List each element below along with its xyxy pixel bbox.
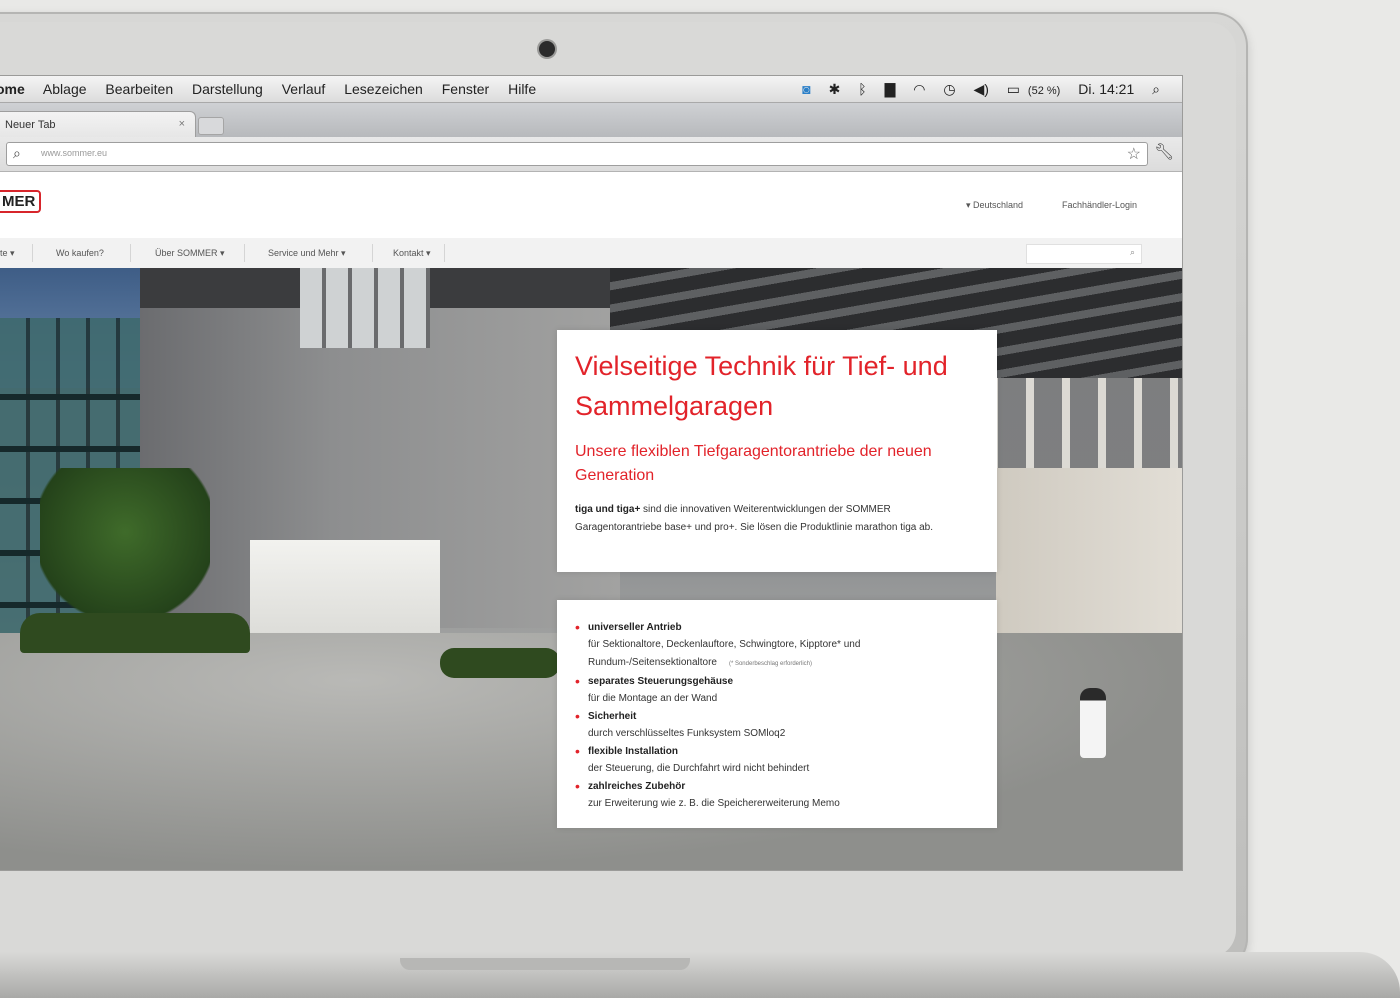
- bullet-icon: •: [575, 708, 580, 724]
- hero-text-card: Vielseitige Technik für Tief- und Sammel…: [557, 330, 997, 572]
- nav-label: te: [0, 248, 8, 258]
- feature-list-card: • universeller Antrieb für Sektionaltore…: [557, 600, 997, 828]
- dealer-login-link[interactable]: Fachhändler-Login: [1062, 200, 1137, 210]
- bookmark-star-icon[interactable]: ☆: [1127, 144, 1141, 164]
- bullet-icon: •: [575, 619, 580, 635]
- battery-icon[interactable]: ▭: [1007, 81, 1020, 97]
- hero-photo-hedge: [20, 613, 250, 653]
- site-header: MER ▾ Deutschland Fachhändler-Login: [0, 172, 1182, 238]
- nav-label: Service und Mehr: [268, 248, 339, 258]
- tab-title: Neuer Tab: [5, 119, 56, 131]
- hero-photo-pillars: [990, 378, 1182, 478]
- new-tab-button[interactable]: [198, 117, 224, 135]
- menu-verlauf[interactable]: Verlauf: [282, 81, 326, 97]
- sommer-logo[interactable]: MER: [0, 190, 42, 213]
- mac-menubar: ome Ablage Bearbeiten Darstellung Verlau…: [0, 76, 1182, 103]
- hero-subheadline: Unsere flexiblen Tiefgaragentorantriebe …: [575, 443, 932, 484]
- country-label: Deutschland: [973, 200, 1024, 210]
- menu-lesezeichen[interactable]: Lesezeichen: [344, 81, 423, 97]
- browser-toolbar: ⌕ www.sommer.eu ☆ 🔧︎: [0, 137, 1182, 172]
- menu-darstellung[interactable]: Darstellung: [192, 81, 263, 97]
- nav-item-produkte[interactable]: te ▾: [0, 248, 15, 259]
- feature-desc: zur Erweiterung wie z. B. die Speicherer…: [588, 798, 840, 809]
- address-url[interactable]: www.sommer.eu: [41, 148, 107, 158]
- menu-ablage[interactable]: Ablage: [43, 81, 87, 97]
- feature-desc2: Rundum-/Seitensektionaltore: [588, 657, 717, 668]
- nav-separator: [444, 244, 445, 262]
- menu-fenster[interactable]: Fenster: [442, 81, 489, 97]
- nav-item-kontakt[interactable]: Kontakt ▾: [393, 248, 431, 259]
- skype-icon[interactable]: ◙: [802, 81, 810, 97]
- nav-separator: [32, 244, 33, 262]
- feature-desc: durch verschlüsseltes Funksystem SOMloq2: [588, 728, 786, 739]
- wrench-icon[interactable]: 🔧︎: [1154, 142, 1174, 162]
- bullet-icon: •: [575, 743, 580, 759]
- nav-separator: [372, 244, 373, 262]
- hero-photo-hedge: [440, 648, 560, 678]
- hero-intro: tiga und tiga+ sind die innovativen Weit…: [575, 501, 975, 537]
- feature-desc: der Steuerung, die Durchfahrt wird nicht…: [588, 763, 810, 774]
- feature-title: Sicherheit: [588, 711, 637, 722]
- spotlight-search-icon[interactable]: ⌕: [1152, 81, 1160, 97]
- hero-photo-bollard: [1080, 688, 1106, 758]
- main-navigation: te ▾ Wo kaufen? Über SOMMER ▾ Service un…: [0, 238, 1182, 269]
- feature-title: zahlreiches Zubehör: [588, 781, 686, 792]
- tab-strip: Neuer Tab ×: [0, 103, 1182, 138]
- screen: ome Ablage Bearbeiten Darstellung Verlau…: [0, 76, 1182, 870]
- clock[interactable]: Di. 14:21: [1078, 81, 1134, 97]
- site-search-input[interactable]: ⌕: [1026, 244, 1142, 264]
- battery-percent: (52 %): [1027, 85, 1061, 97]
- hero-banner: Vielseitige Technik für Tief- und Sammel…: [0, 268, 1182, 870]
- nav-label: Kontakt: [393, 248, 424, 258]
- nav-item-wo-kaufen[interactable]: Wo kaufen?: [56, 248, 104, 258]
- menu-bearbeiten[interactable]: Bearbeiten: [105, 81, 173, 97]
- hero-photo-windows: [300, 268, 430, 348]
- nav-separator: [244, 244, 245, 262]
- feature-desc-line2: Rundum-/Seitensektionaltore (* Sonderbesc…: [588, 657, 812, 668]
- hero-photo-tree: [40, 468, 210, 628]
- menu-app[interactable]: ome: [0, 81, 25, 97]
- wifi-icon[interactable]: ◠: [913, 81, 925, 97]
- feature-desc: für die Montage an der Wand: [588, 693, 718, 704]
- hero-photo-garage-opening: [250, 540, 440, 638]
- hero-intro-bold: tiga und tiga+: [575, 504, 641, 515]
- bullet-icon: •: [575, 778, 580, 794]
- tab-new-tab[interactable]: Neuer Tab ×: [0, 111, 196, 138]
- timemachine-icon[interactable]: ◷: [943, 81, 955, 97]
- feature-desc: für Sektionaltore, Deckenlauftore, Schwi…: [588, 639, 861, 650]
- display-icon[interactable]: ▇: [885, 81, 896, 97]
- menu-hilfe[interactable]: Hilfe: [508, 81, 536, 97]
- feature-note: (* Sonderbeschlag erforderlich): [728, 661, 813, 667]
- hero-headline: Vielseitige Technik für Tief- und Sammel…: [575, 351, 948, 421]
- search-icon: ⌕: [13, 145, 21, 161]
- feature-title: universeller Antrieb: [588, 622, 682, 633]
- laptop-notch: [400, 958, 690, 970]
- gear-icon[interactable]: ✱: [829, 81, 841, 97]
- bullet-icon: •: [575, 673, 580, 689]
- nav-separator: [130, 244, 131, 262]
- nav-label: Über SOMMER: [155, 248, 218, 258]
- volume-icon[interactable]: ◀): [973, 81, 988, 97]
- nav-item-service[interactable]: Service und Mehr ▾: [268, 248, 346, 259]
- search-icon[interactable]: ⌕: [1130, 247, 1135, 258]
- bluetooth-icon[interactable]: ᛒ: [858, 81, 866, 97]
- camera-icon: [539, 41, 555, 57]
- tab-close-icon[interactable]: ×: [179, 118, 185, 130]
- nav-item-ueber-sommer[interactable]: Über SOMMER ▾: [155, 248, 225, 259]
- address-bar[interactable]: ⌕ www.sommer.eu ☆: [6, 142, 1148, 166]
- feature-title: separates Steuerungsgehäuse: [588, 676, 734, 687]
- country-selector[interactable]: ▾ Deutschland: [966, 200, 1023, 211]
- laptop-base: [0, 952, 1400, 998]
- feature-title: flexible Installation: [588, 746, 679, 757]
